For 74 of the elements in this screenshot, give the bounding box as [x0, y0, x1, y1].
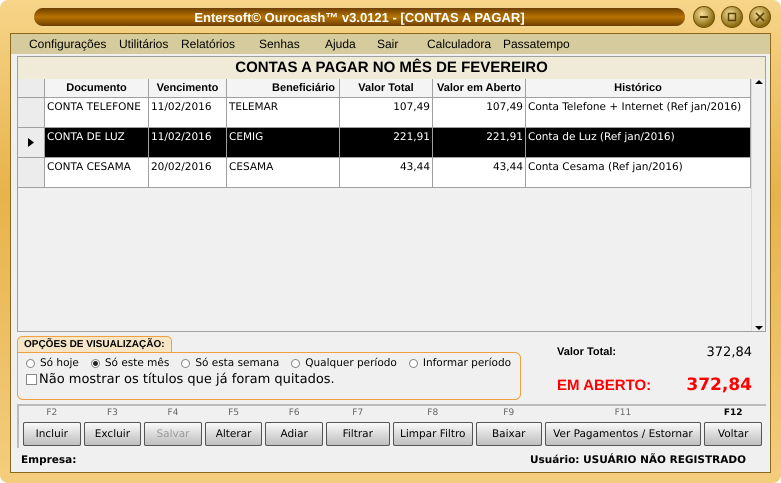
radio-option[interactable]: Só esta semana: [181, 357, 280, 369]
minimize-icon-button[interactable]: [693, 6, 715, 28]
maximize-icon-button[interactable]: [721, 6, 743, 28]
shortcut-key: F5: [204, 408, 262, 422]
table-cell: 11/02/2016: [149, 128, 227, 158]
close-icon-button[interactable]: [749, 6, 771, 28]
table-cell: TELEMAR: [227, 98, 340, 128]
table-cell: 43,44: [433, 158, 526, 188]
row-header[interactable]: [18, 128, 45, 158]
action-button[interactable]: Ver Pagamentos / Estornar: [544, 422, 702, 446]
shortcut-key: F11: [544, 408, 702, 422]
table-cell: 43,44: [340, 158, 433, 188]
column-header[interactable]: Beneficiário: [227, 79, 340, 98]
company-label: Empresa:: [21, 454, 76, 466]
close-icon: [755, 12, 765, 22]
table-cell: 221,91: [433, 128, 526, 158]
table-cell: Conta de Luz (Ref jan/2016): [526, 128, 751, 158]
shortcut-key: F2: [23, 408, 81, 422]
menu-item[interactable]: Calculadora: [421, 37, 497, 51]
column-header[interactable]: Vencimento: [149, 79, 227, 98]
grid-title: CONTAS A PAGAR NO MÊS DE FEVEREIRO: [18, 57, 765, 79]
column-header[interactable]: Histórico: [526, 79, 751, 98]
shortcut-key: F3: [84, 408, 142, 422]
minimize-icon: [699, 16, 709, 18]
radio-option[interactable]: Só este mês: [90, 357, 170, 369]
radio-option[interactable]: Só hoje: [26, 357, 79, 369]
action-button[interactable]: Voltar: [704, 422, 762, 446]
action-button[interactable]: Baixar: [476, 422, 542, 446]
table-cell: 107,49: [433, 98, 526, 128]
action-button[interactable]: Filtrar: [326, 422, 390, 446]
action-button[interactable]: Alterar: [204, 422, 262, 446]
action-button[interactable]: Excluir: [84, 422, 142, 446]
shortcut-key: F6: [265, 408, 323, 422]
scroll-down-icon[interactable]: [754, 325, 762, 331]
table-cell: CONTA TELEFONE: [45, 98, 149, 128]
radio-option[interactable]: Qualquer período: [291, 357, 397, 369]
total-label: Valor Total:: [557, 346, 618, 358]
shortcut-key: F4: [144, 408, 202, 422]
menu-item[interactable]: Ajuda: [319, 37, 371, 51]
window-title: Entersoft© Ourocash™ v3.0121 - [CONTAS A PAGAR]: [32, 6, 687, 28]
shortcut-key: F9: [476, 408, 542, 422]
table-cell: CEMIG: [227, 128, 340, 158]
shortcut-key: F8: [392, 408, 473, 422]
menu-item[interactable]: Passatempo: [497, 37, 587, 51]
menu-item[interactable]: Relatórios: [175, 37, 253, 51]
menu-item[interactable]: Senhas: [253, 37, 319, 51]
open-label: EM ABERTO:: [557, 376, 652, 394]
action-button[interactable]: Adiar: [265, 422, 323, 446]
open-value: 372,84: [686, 375, 752, 396]
total-value: 372,84: [706, 344, 752, 360]
table-cell: 20/02/2016: [149, 158, 227, 188]
shortcut-key: F12: [704, 408, 762, 422]
shortcut-key: F7: [326, 408, 390, 422]
action-button[interactable]: Limpar Filtro: [392, 422, 473, 446]
maximize-icon: [727, 12, 737, 22]
table-cell: 107,49: [340, 98, 433, 128]
table-cell: CONTA DE LUZ: [45, 128, 149, 158]
column-header[interactable]: Valor Total: [340, 79, 433, 98]
table-cell: CESAMA: [227, 158, 340, 188]
menu-item[interactable]: Utilitários: [113, 37, 175, 51]
menu-item[interactable]: Configurações: [23, 37, 113, 51]
menu-item[interactable]: Sair: [371, 37, 421, 51]
column-header[interactable]: Valor em Aberto: [433, 79, 526, 98]
column-header[interactable]: Documento: [45, 79, 149, 98]
radio-option[interactable]: Informar período: [408, 357, 512, 369]
table-cell: CONTA CESAMA: [45, 158, 149, 188]
checkbox-option[interactable]: Não mostrar os títulos que já foram quitados.: [26, 372, 512, 387]
row-pointer-icon: [28, 138, 34, 147]
table-cell: 11/02/2016: [149, 98, 227, 128]
user-label: Usuário: USUÁRIO NÃO REGISTRADO: [530, 454, 746, 466]
table-cell: Conta Cesama (Ref jan/2016): [526, 158, 751, 188]
action-button[interactable]: Incluir: [23, 422, 81, 446]
table-cell: 221,91: [340, 128, 433, 158]
table-cell: Conta Telefone + Internet (Ref jan/2016): [526, 98, 751, 128]
